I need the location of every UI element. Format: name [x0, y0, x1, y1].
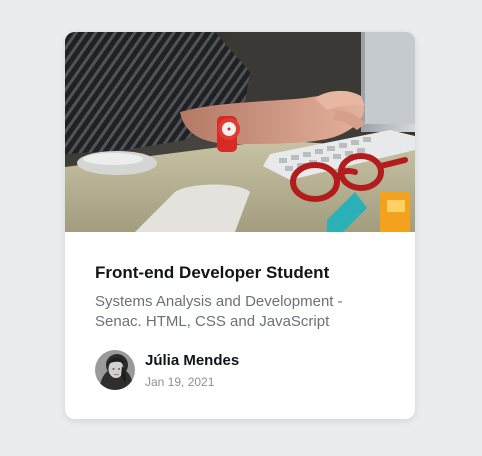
- author-block: Júlia Mendes Jan 19, 2021: [95, 350, 385, 392]
- profile-card: Front-end Developer Student Systems Anal…: [65, 32, 415, 419]
- card-hero-image: [65, 32, 415, 232]
- publish-date: Jan 19, 2021: [145, 375, 215, 389]
- hero-photo-illustration: [65, 32, 415, 232]
- card-description: Systems Analysis and Development - Senac…: [95, 293, 343, 330]
- card-title: Front-end Developer Student: [95, 263, 330, 282]
- avatar-photo-illustration: [95, 350, 135, 390]
- author-name: Júlia Mendes: [145, 352, 240, 369]
- author-avatar: [95, 350, 135, 390]
